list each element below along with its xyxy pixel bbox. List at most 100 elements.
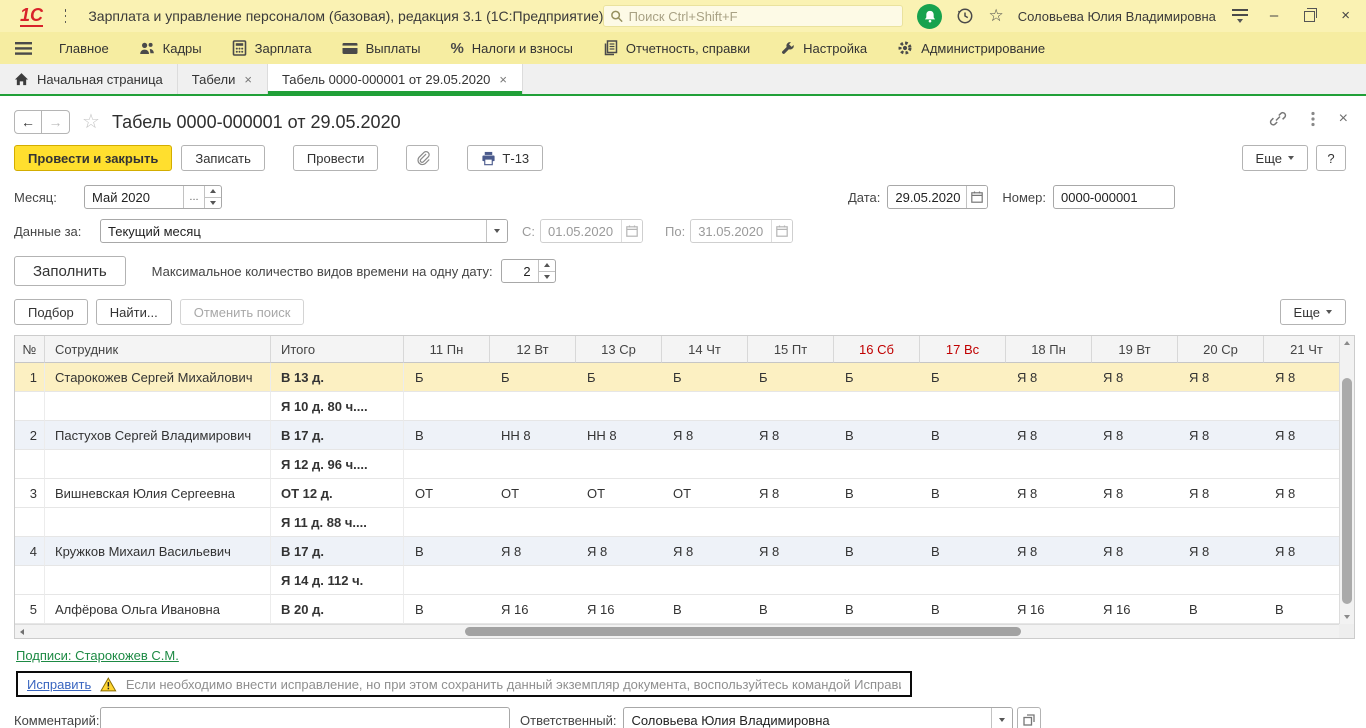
day-cell[interactable]: [662, 508, 748, 537]
day-cell[interactable]: Я 8: [1006, 363, 1092, 392]
day-cell[interactable]: [748, 566, 834, 595]
grid-more-button[interactable]: Еще: [1280, 299, 1346, 325]
total-cell[interactable]: В 13 д.: [271, 363, 404, 392]
day-cell[interactable]: [834, 508, 920, 537]
day-cell[interactable]: Я 8: [576, 537, 662, 566]
day-cell[interactable]: В: [404, 421, 490, 450]
day-cell[interactable]: Я 8: [1178, 537, 1264, 566]
employee-cell[interactable]: Алфёрова Ольга Ивановна: [45, 595, 271, 624]
section-administration[interactable]: Администрирование: [882, 32, 1060, 64]
restore-window-icon[interactable]: [1304, 11, 1315, 22]
day-cell[interactable]: [1092, 508, 1178, 537]
month-spinner[interactable]: [204, 186, 221, 208]
day-cell[interactable]: [834, 392, 920, 421]
grid-header-cell[interactable]: 13 Ср: [576, 336, 662, 363]
row-number-cell[interactable]: 3: [15, 479, 45, 508]
grid-row[interactable]: Я 10 д. 80 ч....: [15, 392, 1341, 421]
row-number-cell[interactable]: [15, 450, 45, 479]
service-menu-icon[interactable]: [1230, 7, 1250, 25]
favorites-icon[interactable]: ☆: [988, 6, 1003, 26]
section-settings[interactable]: Настройка: [765, 32, 882, 64]
employee-cell[interactable]: Вишневская Юлия Сергеевна: [45, 479, 271, 508]
grid-row[interactable]: 5Алфёрова Ольга ИвановнаВ 20 д.ВЯ 16Я 16…: [15, 595, 1341, 624]
section-payments[interactable]: Выплаты: [327, 32, 436, 64]
horizontal-scrollbar[interactable]: [15, 624, 1339, 638]
date-input[interactable]: 29.05.2020: [887, 185, 988, 209]
responsible-input[interactable]: Соловьева Юлия Владимировна: [623, 707, 1013, 728]
row-number-cell[interactable]: 5: [15, 595, 45, 624]
grid-header-cell[interactable]: 11 Пн: [404, 336, 490, 363]
row-number-cell[interactable]: 1: [15, 363, 45, 392]
day-cell[interactable]: [662, 392, 748, 421]
day-cell[interactable]: [920, 508, 1006, 537]
day-cell[interactable]: В: [1264, 595, 1341, 624]
grid-header-cell[interactable]: 19 Вт: [1092, 336, 1178, 363]
section-staff[interactable]: Кадры: [124, 32, 217, 64]
post-button[interactable]: Провести: [293, 145, 379, 171]
tab-home[interactable]: Начальная страница: [0, 64, 178, 94]
day-cell[interactable]: [576, 450, 662, 479]
day-cell[interactable]: В: [834, 537, 920, 566]
attachments-button[interactable]: [406, 145, 439, 171]
day-cell[interactable]: Я 8: [1006, 421, 1092, 450]
day-cell[interactable]: [834, 450, 920, 479]
day-cell[interactable]: Я 8: [1264, 537, 1341, 566]
day-cell[interactable]: Я 8: [1178, 421, 1264, 450]
day-cell[interactable]: Б: [748, 363, 834, 392]
search-input[interactable]: [629, 9, 897, 24]
day-cell[interactable]: [490, 508, 576, 537]
employee-cell[interactable]: Пастухов Сергей Владимирович: [45, 421, 271, 450]
grid-row[interactable]: 4Кружков Михаил ВасильевичВ 17 д.ВЯ 8Я 8…: [15, 537, 1341, 566]
signatures-link[interactable]: Подписи: Старокожев С.М.: [16, 648, 179, 663]
day-cell[interactable]: [662, 566, 748, 595]
close-form-icon[interactable]: ×: [1339, 110, 1348, 128]
row-number-cell[interactable]: [15, 392, 45, 421]
day-cell[interactable]: [1006, 392, 1092, 421]
grid-row[interactable]: Я 11 д. 88 ч....: [15, 508, 1341, 537]
day-cell[interactable]: В: [920, 421, 1006, 450]
employee-cell[interactable]: [45, 450, 271, 479]
pick-button[interactable]: Подбор: [14, 299, 88, 325]
vertical-scrollbar-thumb[interactable]: [1342, 378, 1352, 604]
day-cell[interactable]: [920, 392, 1006, 421]
total-cell[interactable]: Я 10 д. 80 ч....: [271, 392, 404, 421]
day-cell[interactable]: Я 16: [1092, 595, 1178, 624]
tab-timesheet-document[interactable]: Табель 0000-000001 от 29.05.2020 ×: [268, 64, 523, 94]
calendar-icon[interactable]: [966, 186, 987, 208]
month-input[interactable]: Май 2020 ...: [84, 185, 222, 209]
grid-header-cell[interactable]: 17 Вс: [920, 336, 1006, 363]
grid-row[interactable]: 1Старокожев Сергей МихайловичВ 13 д.ББББ…: [15, 363, 1341, 392]
employee-cell[interactable]: [45, 566, 271, 595]
day-cell[interactable]: В: [834, 421, 920, 450]
day-cell[interactable]: В: [920, 479, 1006, 508]
employee-cell[interactable]: Кружков Михаил Васильевич: [45, 537, 271, 566]
day-cell[interactable]: НН 8: [490, 421, 576, 450]
day-cell[interactable]: [1006, 450, 1092, 479]
more-menu-dots-icon[interactable]: [1311, 111, 1315, 127]
day-cell[interactable]: Я 8: [748, 421, 834, 450]
day-cell[interactable]: Б: [490, 363, 576, 392]
chevron-down-icon[interactable]: [991, 708, 1012, 728]
grid-header-cell[interactable]: 21 Чт: [1264, 336, 1341, 363]
close-tab-icon[interactable]: ×: [243, 72, 253, 87]
horizontal-scrollbar-thumb[interactable]: [465, 627, 1021, 636]
data-for-select[interactable]: Текущий месяц: [100, 219, 508, 243]
grid-header-cell[interactable]: №: [15, 336, 45, 363]
total-cell[interactable]: В 17 д.: [271, 537, 404, 566]
grid-header-cell[interactable]: 12 Вт: [490, 336, 576, 363]
day-cell[interactable]: [576, 566, 662, 595]
row-number-cell[interactable]: [15, 508, 45, 537]
day-cell[interactable]: [1178, 508, 1264, 537]
day-cell[interactable]: Я 8: [1178, 363, 1264, 392]
total-cell[interactable]: Я 12 д. 96 ч....: [271, 450, 404, 479]
total-cell[interactable]: Я 14 д. 112 ч.: [271, 566, 404, 595]
vertical-scrollbar[interactable]: [1339, 336, 1354, 624]
number-input[interactable]: [1053, 185, 1175, 209]
day-cell[interactable]: [404, 450, 490, 479]
row-number-cell[interactable]: 2: [15, 421, 45, 450]
day-cell[interactable]: [1264, 392, 1341, 421]
close-tab-icon[interactable]: ×: [498, 72, 508, 87]
day-cell[interactable]: [1006, 508, 1092, 537]
day-cell[interactable]: [404, 392, 490, 421]
day-cell[interactable]: Б: [576, 363, 662, 392]
